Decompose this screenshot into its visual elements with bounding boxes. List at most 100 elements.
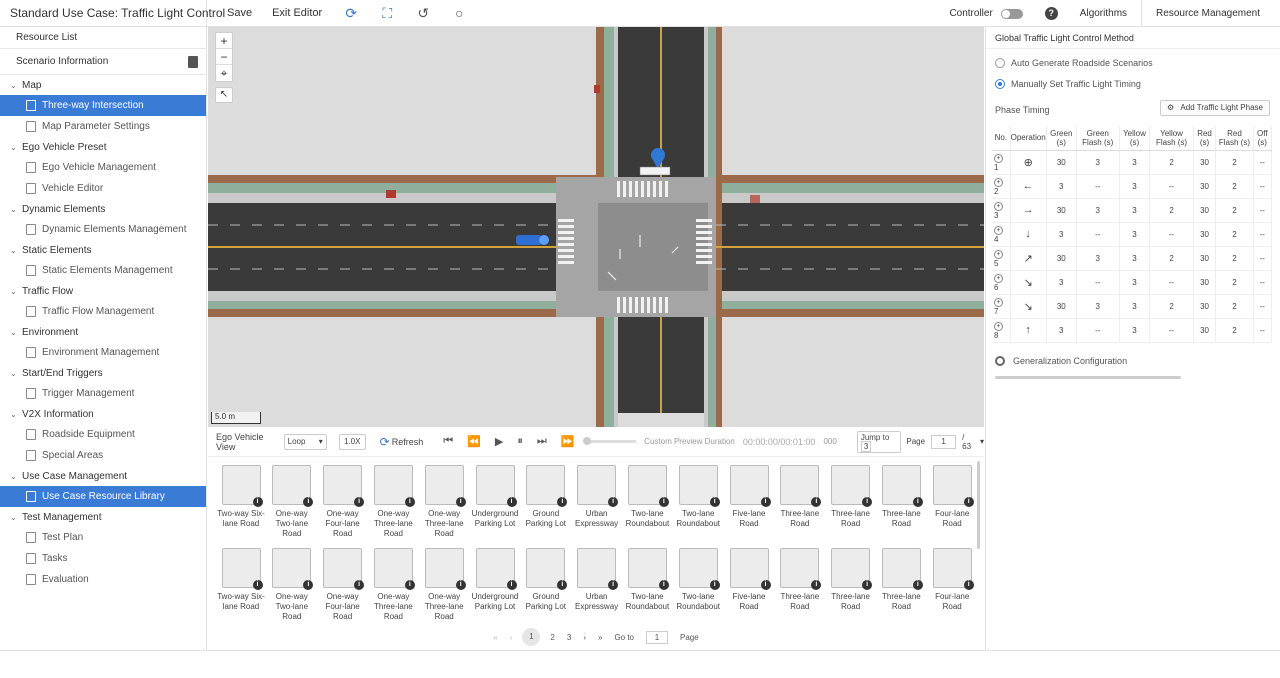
add-phase-button[interactable]: ⚙ Add Traffic Light Phase bbox=[1160, 100, 1270, 116]
redo-icon[interactable]: ⟳ bbox=[344, 6, 358, 20]
library-tile[interactable]: i Two-lane Roundabout bbox=[622, 548, 672, 612]
info-icon[interactable]: i bbox=[506, 580, 517, 590]
phase-row[interactable]: +3 → 30 3 3 2 30 2 -- bbox=[992, 198, 1273, 223]
tile-thumbnail[interactable]: i bbox=[729, 465, 771, 507]
sidebar-group[interactable]: ⌄ Environment bbox=[0, 322, 206, 342]
scenario-information[interactable]: Scenario Information bbox=[0, 49, 206, 75]
tile-thumbnail[interactable]: i bbox=[272, 548, 314, 590]
tile-thumbnail[interactable]: i bbox=[780, 465, 822, 507]
tile-thumbnail[interactable]: i bbox=[424, 465, 466, 507]
phase-row[interactable]: +7 ↘ 30 3 3 2 30 2 -- bbox=[992, 294, 1273, 319]
info-icon[interactable]: i bbox=[658, 497, 669, 507]
info-icon[interactable]: i bbox=[354, 580, 365, 590]
info-icon[interactable]: i bbox=[455, 497, 466, 507]
sidebar-item[interactable]: Trigger Management bbox=[0, 383, 206, 404]
add-row-icon[interactable]: + bbox=[994, 321, 1003, 331]
refresh-icon[interactable]: ⟳ bbox=[380, 435, 390, 449]
generalization-configuration[interactable]: Generalization Configuration bbox=[995, 356, 1127, 366]
info-icon[interactable]: i bbox=[608, 580, 619, 590]
next-frame-icon[interactable]: ⏭ bbox=[537, 435, 547, 448]
library-tile[interactable]: i Underground Parking Lot bbox=[470, 465, 520, 529]
library-tile[interactable]: i Five-lane Road bbox=[724, 548, 774, 612]
resource-management-menu[interactable]: Resource Management bbox=[1156, 8, 1260, 19]
library-tile[interactable]: i One-way Three-lane Road bbox=[419, 465, 469, 539]
library-tile[interactable]: i Four-lane Road bbox=[927, 548, 977, 612]
library-tile[interactable]: i Three-lane Road bbox=[876, 465, 926, 529]
tile-thumbnail[interactable]: i bbox=[678, 465, 720, 507]
sidebar-item[interactable]: Three-way Intersection bbox=[0, 95, 206, 116]
page-2-button[interactable]: 2 bbox=[550, 633, 554, 642]
tile-thumbnail[interactable]: i bbox=[881, 465, 923, 507]
sidebar-item[interactable]: Map Parameter Settings bbox=[0, 116, 206, 137]
library-tile[interactable]: i Two-lane Roundabout bbox=[673, 548, 723, 612]
phase-row[interactable]: +1 ⊕ 30 3 3 2 30 2 -- bbox=[992, 150, 1273, 175]
sidebar-item[interactable]: Use Case Resource Library bbox=[0, 486, 206, 507]
sidebar-item[interactable]: Roadside Equipment bbox=[0, 424, 206, 445]
controller-toggle[interactable] bbox=[1000, 8, 1023, 19]
library-scrollbar[interactable] bbox=[977, 461, 980, 549]
tile-thumbnail[interactable]: i bbox=[221, 465, 263, 507]
sidebar-item[interactable]: Test Plan bbox=[0, 527, 206, 548]
jump-value[interactable]: 3 bbox=[860, 440, 872, 452]
info-icon[interactable]: i bbox=[811, 580, 822, 590]
tile-thumbnail[interactable]: i bbox=[424, 548, 466, 590]
tile-thumbnail[interactable]: i bbox=[373, 548, 415, 590]
info-icon[interactable]: i bbox=[811, 497, 822, 507]
speed-select[interactable]: 1.0X bbox=[338, 433, 366, 450]
page-input[interactable]: 1 bbox=[931, 434, 957, 449]
sidebar-item[interactable]: Dynamic Elements Management bbox=[0, 219, 206, 240]
library-tile[interactable]: i Two-lane Roundabout bbox=[673, 465, 723, 529]
sidebar-item[interactable]: Vehicle Editor bbox=[0, 178, 206, 199]
loop-select[interactable]: Loop bbox=[283, 433, 327, 450]
refresh-button[interactable]: Refresh bbox=[392, 437, 424, 447]
info-icon[interactable]: i bbox=[963, 497, 974, 507]
sidebar-group[interactable]: ⌄ Test Management bbox=[0, 507, 206, 527]
next-page-button[interactable]: › bbox=[583, 633, 586, 642]
info-icon[interactable]: i bbox=[404, 497, 415, 507]
add-row-icon[interactable]: + bbox=[994, 249, 1003, 259]
tile-thumbnail[interactable]: i bbox=[780, 548, 822, 590]
tile-thumbnail[interactable]: i bbox=[627, 465, 669, 507]
library-tile[interactable]: i Three-lane Road bbox=[826, 548, 876, 612]
library-tile[interactable]: i One-way Three-lane Road bbox=[368, 548, 418, 622]
info-icon[interactable]: i bbox=[608, 497, 619, 507]
phase-row[interactable]: +8 ↑ 3 -- 3 -- 30 2 -- bbox=[992, 318, 1273, 343]
library-tile[interactable]: i One-way Three-lane Road bbox=[419, 548, 469, 622]
tile-thumbnail[interactable]: i bbox=[678, 548, 720, 590]
algorithms-menu[interactable]: Algorithms bbox=[1080, 8, 1127, 19]
phase-row[interactable]: +5 ↗ 30 3 3 2 30 2 -- bbox=[992, 246, 1273, 271]
add-row-icon[interactable]: + bbox=[994, 153, 1003, 163]
exit-editor-button[interactable]: Exit Editor bbox=[272, 7, 322, 19]
info-icon[interactable]: i bbox=[303, 580, 314, 590]
play-icon[interactable]: ▶ bbox=[495, 435, 503, 448]
pause-icon[interactable]: ⏸ bbox=[517, 435, 523, 448]
sidebar-group[interactable]: ⌄ Traffic Flow bbox=[0, 281, 206, 301]
info-icon[interactable]: i bbox=[862, 497, 873, 507]
custom-duration-label[interactable]: Custom Preview Duration bbox=[644, 437, 735, 446]
operation-arrow-icon[interactable]: ↘ bbox=[1024, 277, 1033, 289]
tile-thumbnail[interactable]: i bbox=[627, 548, 669, 590]
jump-to-button[interactable]: Jump to 3 bbox=[856, 430, 902, 453]
info-icon[interactable]: i bbox=[709, 580, 720, 590]
select-tool-button[interactable]: ↖ bbox=[215, 87, 233, 103]
info-icon[interactable]: i bbox=[404, 580, 415, 590]
tile-thumbnail[interactable]: i bbox=[526, 465, 568, 507]
prev-page-button[interactable]: ‹ bbox=[510, 633, 513, 642]
library-tile[interactable]: i Three-lane Road bbox=[876, 548, 926, 612]
sidebar-group[interactable]: ⌄ Dynamic Elements bbox=[0, 199, 206, 219]
goto-input[interactable]: 1 bbox=[646, 630, 669, 644]
sidebar-item[interactable]: Evaluation bbox=[0, 569, 206, 590]
auto-generate-option[interactable]: Auto Generate Roadside Scenarios bbox=[986, 52, 1280, 73]
radio-auto[interactable] bbox=[995, 57, 1005, 68]
page-dropdown-icon[interactable]: ▾ bbox=[980, 437, 984, 446]
library-tile[interactable]: i Ground Parking Lot bbox=[521, 548, 571, 612]
tile-thumbnail[interactable]: i bbox=[831, 548, 873, 590]
info-icon[interactable]: i bbox=[760, 580, 771, 590]
tile-thumbnail[interactable]: i bbox=[577, 465, 619, 507]
info-icon[interactable]: i bbox=[506, 497, 517, 507]
save-button[interactable]: Save bbox=[227, 7, 252, 19]
tile-thumbnail[interactable]: i bbox=[932, 465, 974, 507]
info-icon[interactable]: i bbox=[252, 497, 263, 507]
circle-icon[interactable]: ○ bbox=[452, 6, 466, 20]
help-icon[interactable]: ? bbox=[1044, 7, 1058, 20]
